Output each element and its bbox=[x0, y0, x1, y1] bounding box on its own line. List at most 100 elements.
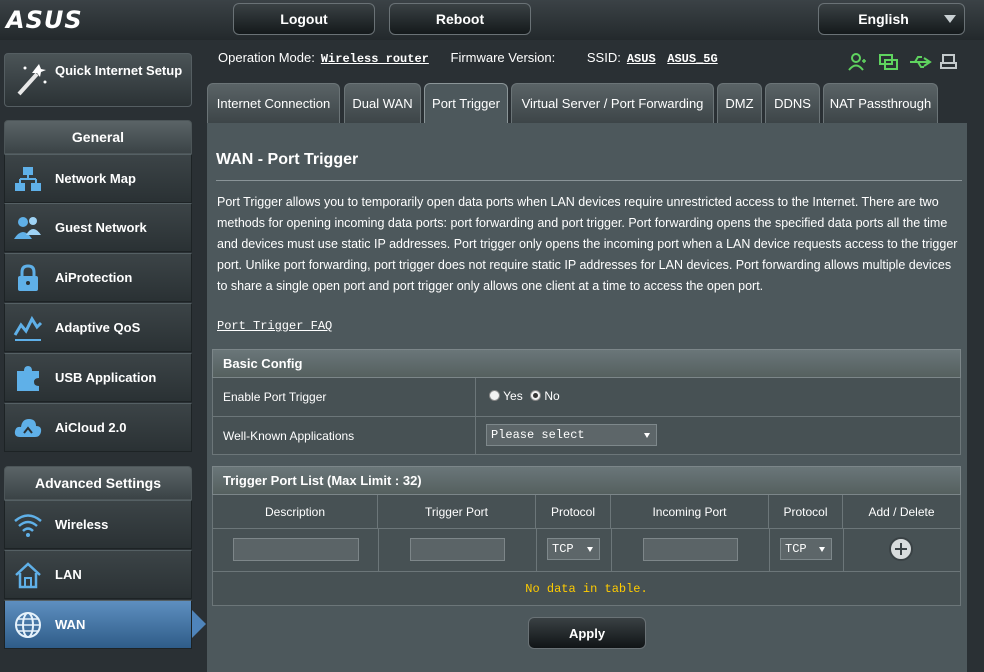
sidebar-item-aicloud[interactable]: AiCloud 2.0 bbox=[4, 403, 192, 452]
firmware-label: Firmware Version: bbox=[450, 50, 556, 65]
tab-dual-wan[interactable]: Dual WAN bbox=[344, 83, 421, 123]
sidebar-item-aiprotection[interactable]: AiProtection bbox=[4, 253, 192, 302]
reboot-button[interactable]: Reboot bbox=[389, 3, 531, 35]
empty-table-message: No data in table. bbox=[212, 572, 961, 606]
globe-icon bbox=[15, 612, 41, 638]
well-known-apps-row: Well-Known Applications Please select bbox=[212, 417, 961, 455]
ssid-link-1[interactable]: ASUS bbox=[627, 52, 656, 66]
sidebar-item-label: AiCloud 2.0 bbox=[55, 420, 127, 435]
network-map-icon bbox=[15, 167, 41, 191]
operation-mode-link[interactable]: Wireless router bbox=[321, 52, 429, 66]
add-rule-icon[interactable] bbox=[889, 537, 913, 561]
chevron-down-icon bbox=[587, 547, 593, 552]
logout-button[interactable]: Logout bbox=[233, 3, 375, 35]
quick-internet-setup-button[interactable]: Quick Internet Setup bbox=[4, 53, 192, 107]
well-known-apps-label: Well-Known Applications bbox=[223, 429, 355, 443]
apply-button[interactable]: Apply bbox=[528, 617, 646, 649]
sidebar-item-network-map[interactable]: Network Map bbox=[4, 154, 192, 203]
tab-nat-passthrough[interactable]: NAT Passthrough bbox=[823, 83, 938, 123]
guest-network-icon bbox=[14, 217, 41, 239]
language-label: English bbox=[858, 11, 909, 27]
sidebar-item-label: Guest Network bbox=[55, 220, 147, 235]
usb-status-icon[interactable] bbox=[908, 54, 932, 70]
qos-icon bbox=[13, 315, 43, 341]
cell-separator bbox=[378, 529, 379, 571]
description-input[interactable] bbox=[233, 538, 359, 561]
client-status-icon[interactable] bbox=[848, 53, 868, 71]
cell-separator bbox=[769, 529, 770, 571]
ssid-link-2[interactable]: ASUS_5G bbox=[667, 52, 717, 66]
sidebar-item-adaptive-qos[interactable]: Adaptive QoS bbox=[4, 303, 192, 352]
column-incoming-port: Incoming Port bbox=[611, 495, 769, 529]
general-section-header: General bbox=[4, 120, 192, 154]
sidebar-item-label: AiProtection bbox=[55, 270, 133, 285]
printer-status-icon[interactable] bbox=[940, 53, 958, 71]
enable-no-label: No bbox=[544, 389, 560, 403]
sidebar-item-label: LAN bbox=[55, 567, 82, 582]
tab-port-trigger[interactable]: Port Trigger bbox=[424, 83, 508, 123]
column-trigger-port: Trigger Port bbox=[378, 495, 536, 529]
sidebar-item-label: Network Map bbox=[55, 171, 136, 186]
main-panel: WAN - Port Trigger Port Trigger allows y… bbox=[207, 123, 967, 672]
sidebar-item-lan[interactable]: LAN bbox=[4, 550, 192, 599]
sidebar-item-wireless[interactable]: Wireless bbox=[4, 500, 192, 549]
page-description: Port Trigger allows you to temporarily o… bbox=[217, 195, 958, 293]
cell-separator bbox=[843, 529, 844, 571]
column-add-delete: Add / Delete bbox=[868, 505, 935, 519]
column-trigger-protocol: Protocol bbox=[536, 495, 611, 529]
tab-virtual-server[interactable]: Virtual Server / Port Forwarding bbox=[511, 83, 714, 123]
row-separator bbox=[475, 417, 476, 454]
top-banner: ASUS Logout Reboot English bbox=[0, 0, 984, 40]
sidebar-item-label: Wireless bbox=[55, 517, 109, 532]
asus-logo: ASUS bbox=[6, 6, 83, 34]
lock-icon bbox=[18, 264, 38, 291]
tab-dmz[interactable]: DMZ bbox=[717, 83, 762, 123]
cloud-icon bbox=[14, 419, 42, 437]
trigger-port-list-header: Trigger Port List (Max Limit : 32) bbox=[212, 466, 961, 495]
language-select[interactable]: English bbox=[818, 3, 965, 35]
active-item-indicator bbox=[192, 610, 206, 638]
trigger-protocol-value: TCP bbox=[552, 542, 574, 556]
page-title: WAN - Port Trigger bbox=[216, 151, 359, 168]
row-separator bbox=[475, 378, 476, 416]
port-trigger-faq-link[interactable]: Port Trigger FAQ bbox=[217, 319, 332, 333]
enable-no-radio[interactable] bbox=[530, 390, 542, 401]
basic-config-header: Basic Config bbox=[212, 349, 961, 378]
sidebar-item-label: Adaptive QoS bbox=[55, 320, 141, 335]
operation-mode-label: Operation Mode: bbox=[218, 50, 315, 65]
sidebar-item-label: WAN bbox=[55, 617, 86, 632]
enable-yes-radio[interactable] bbox=[489, 390, 500, 401]
status-bar: Operation Mode: Wireless router Firmware … bbox=[218, 50, 718, 66]
chevron-down-icon bbox=[819, 547, 825, 552]
well-known-apps-select[interactable]: Please select bbox=[486, 424, 657, 446]
advanced-settings-header: Advanced Settings bbox=[4, 466, 192, 500]
cell-separator bbox=[536, 529, 537, 571]
incoming-protocol-value: TCP bbox=[785, 542, 807, 556]
sidebar-item-label: USB Application bbox=[55, 370, 157, 385]
enable-port-trigger-row: Enable Port Trigger Yes No bbox=[212, 378, 961, 417]
enable-yes-label: Yes bbox=[503, 389, 523, 403]
enable-port-trigger-label: Enable Port Trigger bbox=[223, 390, 327, 404]
home-icon bbox=[15, 562, 41, 589]
sidebar-item-guest-network[interactable]: Guest Network bbox=[4, 203, 192, 252]
trigger-port-input[interactable] bbox=[410, 538, 505, 561]
tab-ddns[interactable]: DDNS bbox=[765, 83, 820, 123]
sidebar-item-wan[interactable]: WAN bbox=[4, 600, 192, 649]
quick-internet-setup-label: Quick Internet Setup bbox=[55, 63, 183, 78]
trigger-protocol-select[interactable]: TCP bbox=[547, 538, 600, 560]
column-description: Description bbox=[213, 495, 378, 529]
chevron-down-icon bbox=[944, 15, 956, 23]
incoming-port-input[interactable] bbox=[643, 538, 738, 561]
well-known-apps-value: Please select bbox=[491, 428, 585, 442]
cell-separator bbox=[611, 529, 612, 571]
sidebar-item-usb-application[interactable]: USB Application bbox=[4, 353, 192, 402]
chevron-down-icon bbox=[644, 433, 650, 438]
column-incoming-protocol: Protocol bbox=[769, 495, 843, 529]
title-divider bbox=[216, 180, 962, 181]
incoming-protocol-select[interactable]: TCP bbox=[780, 538, 832, 560]
wifi-icon bbox=[14, 514, 42, 537]
tab-internet-connection[interactable]: Internet Connection bbox=[207, 83, 340, 123]
trigger-list-column-header-row: Description Trigger Port Protocol Incomi… bbox=[212, 495, 961, 529]
network-status-icon[interactable] bbox=[878, 53, 900, 71]
ssid-label: SSID: bbox=[586, 50, 621, 65]
